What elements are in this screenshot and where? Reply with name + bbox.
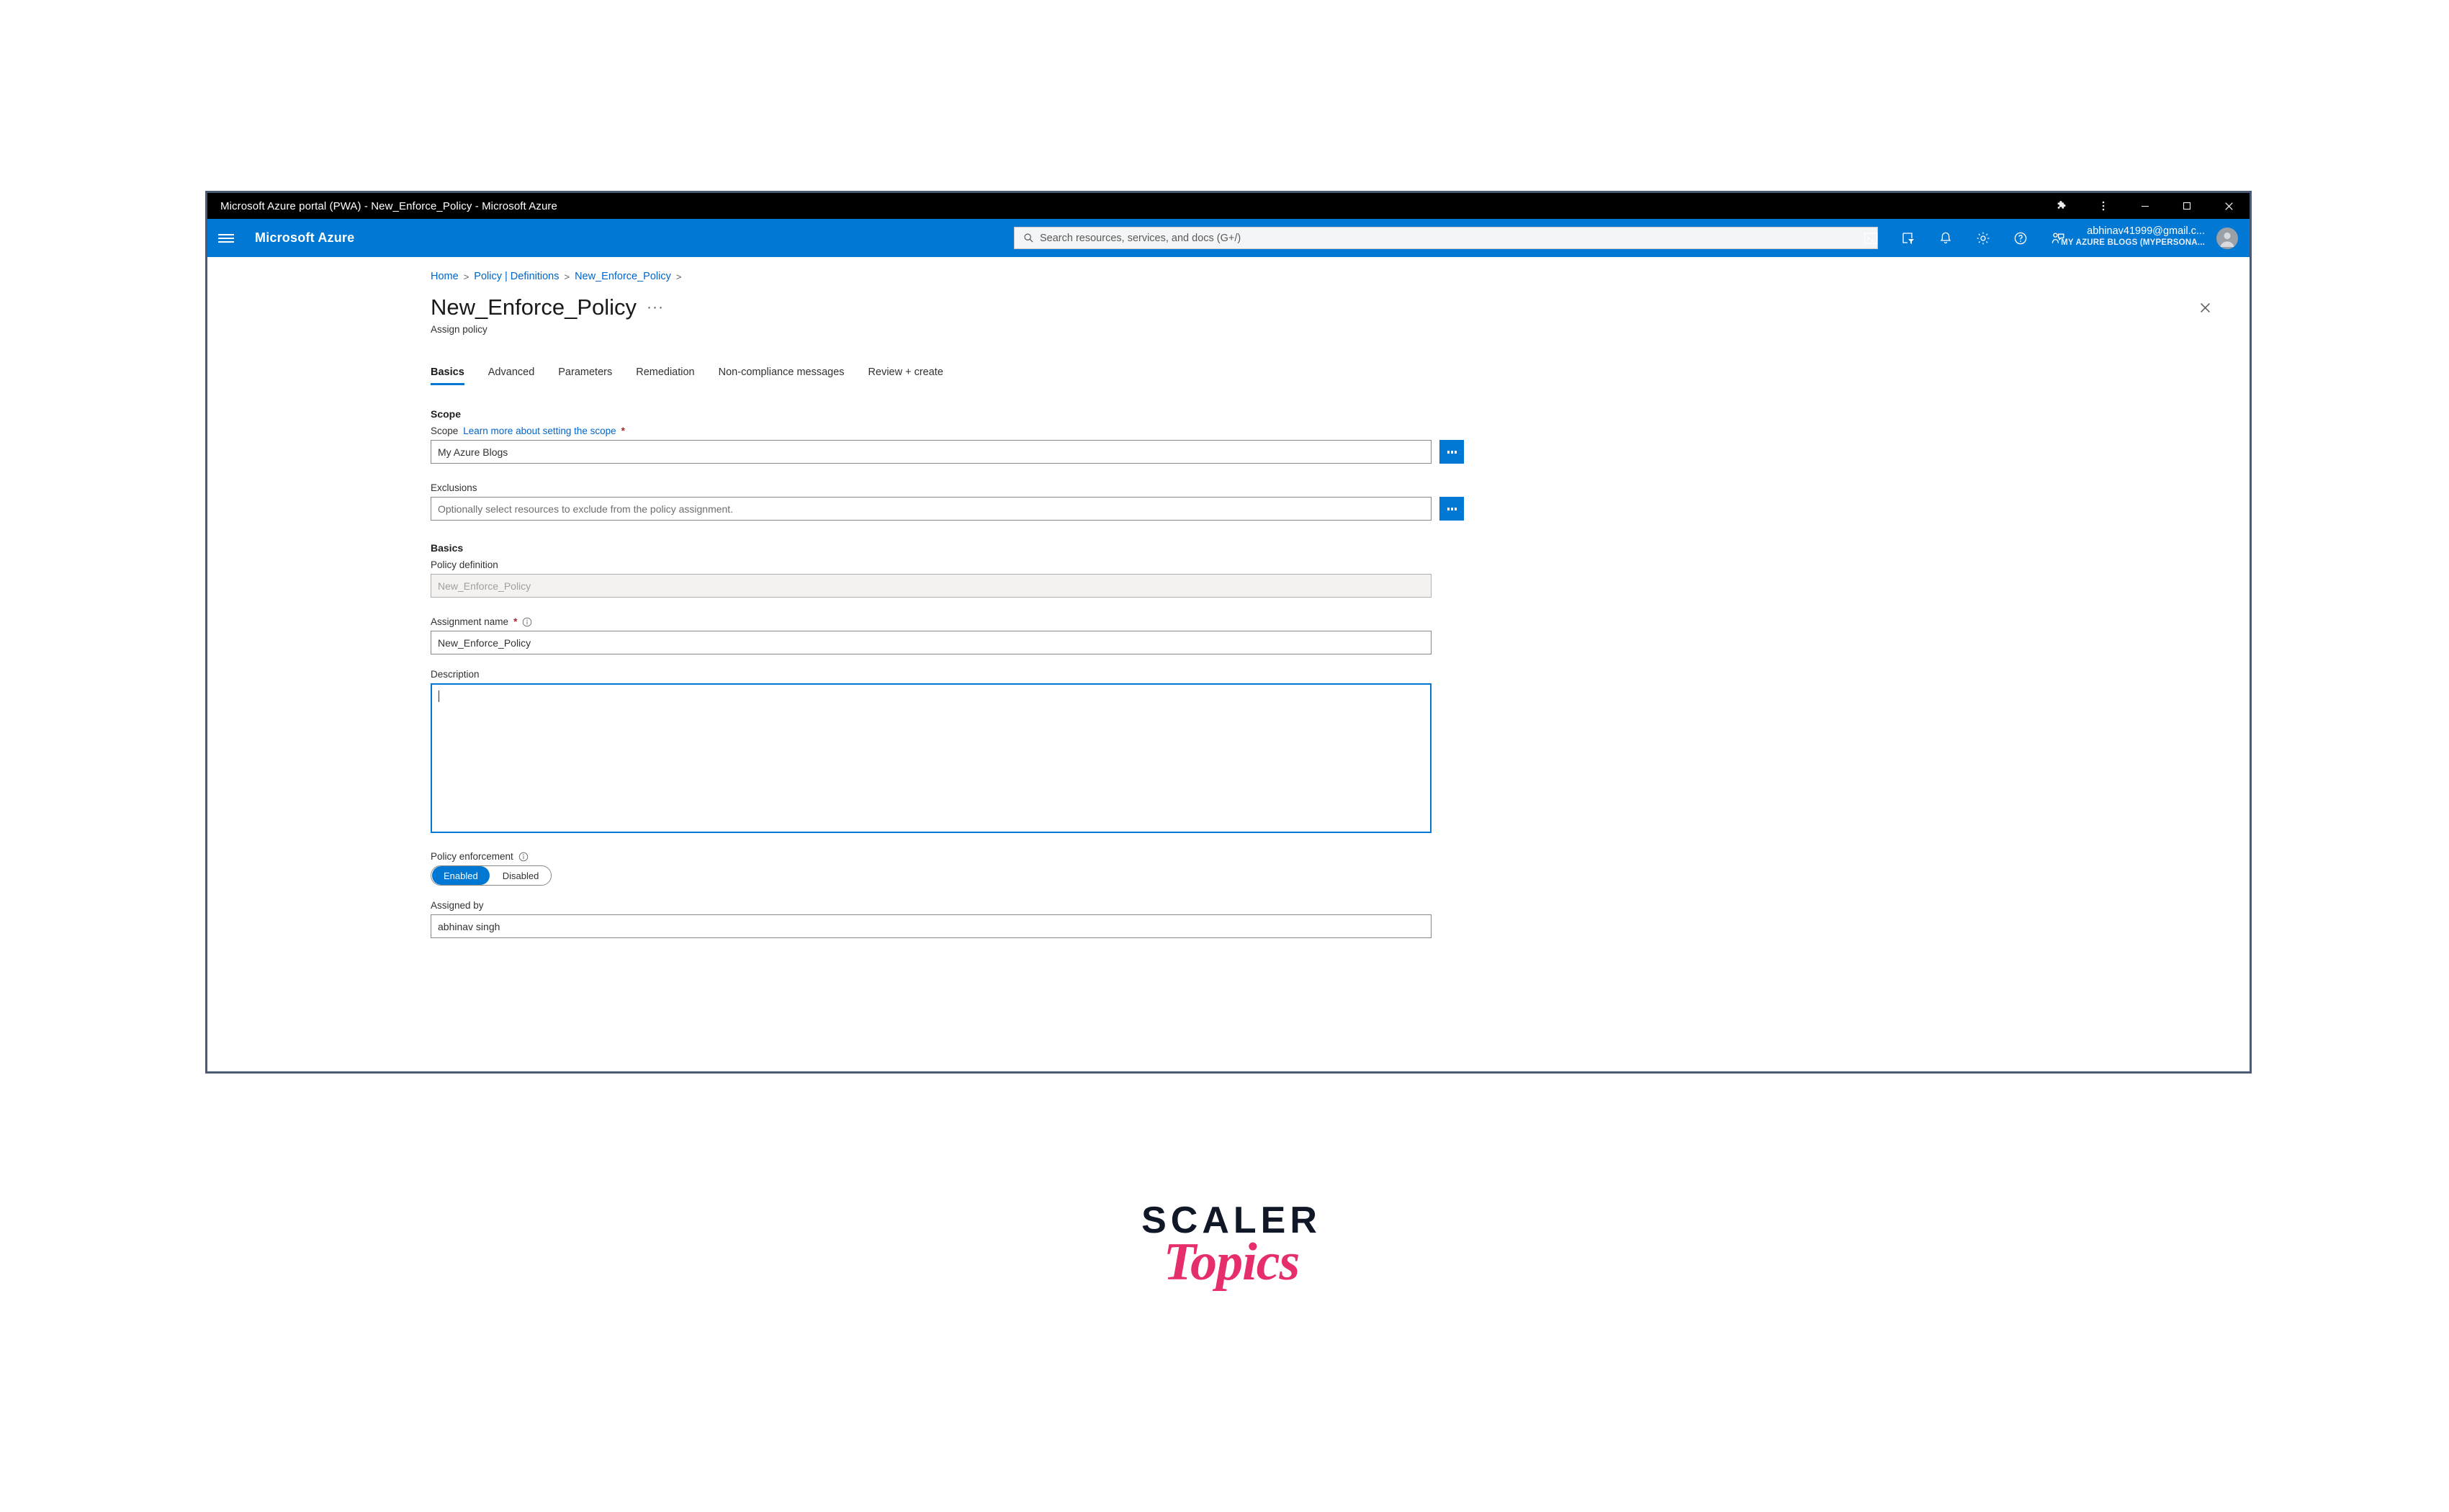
description-wrap (431, 683, 1432, 837)
exclusions-label-text: Exclusions (431, 482, 477, 493)
search-input[interactable] (1040, 232, 1877, 244)
description-textarea[interactable] (431, 683, 1432, 833)
page-title-row: New_Enforce_Policy ··· (431, 294, 664, 320)
assigned-by-input[interactable] (431, 914, 1432, 938)
tab-advanced[interactable]: Advanced (480, 366, 551, 385)
breadcrumb: Home > Policy | Definitions > New_Enforc… (431, 271, 681, 282)
help-question-icon[interactable] (2002, 219, 2039, 257)
close-icon[interactable] (2208, 193, 2250, 219)
browser-window: Microsoft Azure portal (PWA) - New_Enfor… (205, 191, 2252, 1074)
scope-field-label: Scope Learn more about setting the scope… (431, 426, 2159, 436)
policy-enforcement-option-enabled[interactable]: Enabled (432, 866, 490, 885)
window-title-bar: Microsoft Azure portal (PWA) - New_Enfor… (207, 193, 2250, 219)
minimize-icon[interactable] (2124, 193, 2166, 219)
policy-enforcement-toggle[interactable]: Enabled Disabled (431, 865, 552, 886)
page-subtitle: Assign policy (431, 324, 487, 335)
policy-definition-input (431, 574, 1432, 598)
hamburger-menu-icon[interactable] (207, 219, 245, 257)
policy-enforcement-label: Policy enforcement (431, 851, 2159, 862)
assignment-name-input[interactable] (431, 631, 1432, 654)
description-label: Description (431, 669, 480, 680)
top-bar-icon-group (1852, 219, 2077, 257)
tab-basics[interactable]: Basics (431, 366, 480, 385)
basics-section-heading: Basics (431, 542, 464, 554)
page-more-menu-icon[interactable]: ··· (647, 299, 664, 320)
global-search[interactable] (1014, 227, 1878, 249)
scope-input[interactable] (431, 440, 1432, 464)
settings-gear-icon[interactable] (1964, 219, 2002, 257)
exclusions-picker-button[interactable] (1439, 497, 1464, 521)
breadcrumb-separator: > (463, 271, 469, 282)
learn-more-scope-link[interactable]: Learn more about setting the scope (463, 426, 616, 436)
account-info[interactable]: abhinav41999@gmail.c... MY AZURE BLOGS (… (2061, 225, 2205, 248)
assignment-name-label-text: Assignment name (431, 616, 509, 627)
required-asterisk: * (621, 426, 625, 436)
search-icon (1023, 233, 1034, 243)
account-directory: MY AZURE BLOGS (MYPERSONA... (2061, 238, 2205, 248)
assignment-name-label: Assignment name * (431, 616, 2159, 627)
window-title: Microsoft Azure portal (PWA) - New_Enfor… (220, 199, 557, 212)
assign-policy-blade: Home > Policy | Definitions > New_Enforc… (207, 257, 2250, 1071)
exclusions-field-label: Exclusions (431, 482, 2159, 493)
account-email: abhinav41999@gmail.c... (2087, 225, 2205, 237)
breadcrumb-item-new-enforce-policy[interactable]: New_Enforce_Policy (575, 271, 671, 282)
tab-remediation[interactable]: Remediation (628, 366, 710, 385)
maximize-icon[interactable] (2166, 193, 2208, 219)
policy-enforcement-label-text: Policy enforcement (431, 851, 513, 862)
ellipsis-icon (1447, 507, 1457, 510)
assign-policy-form: Scope Scope Learn more about setting the… (431, 408, 2159, 938)
scaler-topics-watermark: SCALER Topics (1123, 1199, 1339, 1293)
blade-tabs: Basics Advanced Parameters Remediation N… (431, 366, 959, 385)
azure-top-bar: Microsoft Azure Search resources, servic… (207, 219, 2250, 257)
notifications-bell-icon[interactable] (1927, 219, 1964, 257)
extensions-icon[interactable] (2041, 193, 2082, 219)
breadcrumb-separator: > (564, 271, 570, 282)
exclusions-input[interactable] (431, 497, 1432, 521)
azure-brand-label[interactable]: Microsoft Azure (255, 230, 354, 246)
breadcrumb-item-policy-definitions[interactable]: Policy | Definitions (474, 271, 559, 282)
blade-close-button[interactable] (2194, 297, 2216, 318)
tab-review-create[interactable]: Review + create (860, 366, 959, 385)
policy-definition-label: Policy definition (431, 559, 498, 570)
cloud-shell-icon[interactable] (1852, 219, 1889, 257)
scope-field-row (431, 440, 2159, 464)
breadcrumb-item-home[interactable]: Home (431, 271, 459, 282)
assigned-by-label: Assigned by (431, 900, 484, 911)
directories-subscriptions-icon[interactable] (1889, 219, 1927, 257)
info-icon[interactable] (518, 852, 529, 862)
ellipsis-icon (1447, 450, 1457, 454)
policy-enforcement-option-disabled[interactable]: Disabled (491, 866, 551, 885)
page-title: New_Enforce_Policy (431, 294, 637, 320)
tab-parameters[interactable]: Parameters (550, 366, 628, 385)
more-options-icon[interactable] (2082, 193, 2124, 219)
scope-label-text: Scope (431, 426, 459, 436)
screenshot-root: Microsoft Azure portal (PWA) - New_Enfor… (0, 0, 2449, 1512)
breadcrumb-separator: > (675, 271, 682, 282)
scope-picker-button[interactable] (1439, 440, 1464, 464)
avatar[interactable] (2216, 228, 2238, 249)
scope-section-heading: Scope (431, 408, 462, 420)
info-icon[interactable] (522, 617, 532, 627)
exclusions-field-row (431, 497, 2159, 521)
tab-non-compliance-messages[interactable]: Non-compliance messages (711, 366, 860, 385)
blade-header: New_Enforce_Policy ··· Assign policy (431, 294, 664, 335)
required-asterisk: * (513, 616, 518, 627)
